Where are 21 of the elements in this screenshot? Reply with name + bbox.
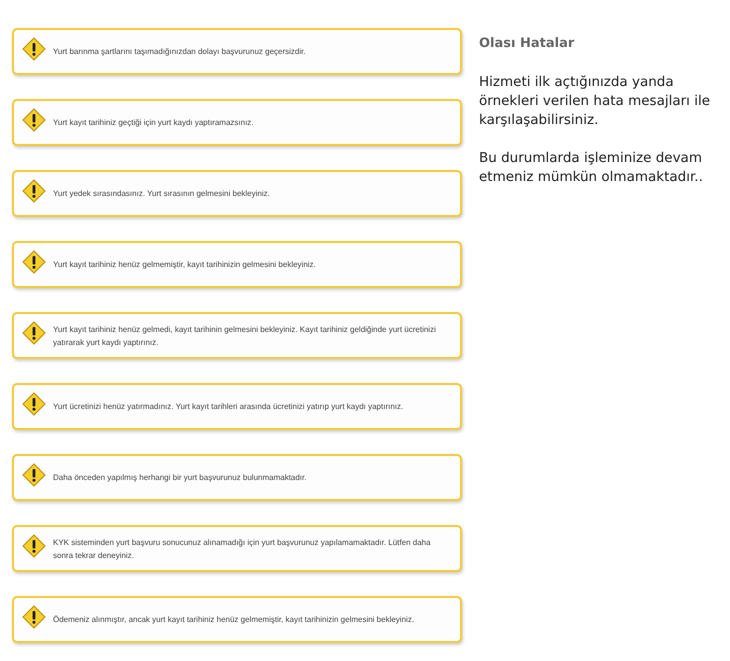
warning-icon <box>22 321 46 345</box>
alert-message: Ödemeniz alınmıştır, ancak yurt kayıt tarihiniz henüz gelmemiştir, kayıt tarihinizin gelmesini bekleyiniz. <box>53 614 414 626</box>
warning-icon <box>22 179 46 203</box>
alert-message: Yurt barınma şartlarını taşımadığınızdan dolayı başvurunuz geçersizdir. <box>53 46 306 58</box>
description-text: Bu durumlarda işleminize devam etmeniz mümkün olmamaktadır.. <box>479 149 704 187</box>
warning-icon <box>22 392 46 416</box>
alert-message: Yurt kayıt tarihiniz henüz gelmedi, kayıt tarihinin gelmesini bekleyiniz. Kayıt tarihiniz geldiğinde yurt ücretinizi yatırarak yurt kaydı yaptırınız. <box>53 324 437 348</box>
alert-message: Yurt yedek sırasındasınız. Yurt sırasının gelmesini bekleyiniz. <box>53 188 270 200</box>
alert-message: Daha önceden yapılmış herhangi bir yurt başvurunuz bulunmamaktadır. <box>53 472 306 484</box>
warning-icon <box>22 605 46 629</box>
warning-icon <box>22 250 46 274</box>
alert-message: Yurt kayıt tarihiniz henüz gelmemiştir, kayıt tarihinizin gelmesini bekleyiniz. <box>53 259 316 271</box>
alert-message: Yurt kayıt tarihiniz geçtiği için yurt kaydı yaptıramazsınız. <box>53 117 254 129</box>
alert-message: KYK sisteminden yurt başvuru sonucunuz alınamadığı için yurt başvurunuz yapılamamaktadır. Lütfen daha sonra tekrar deneyiniz. <box>53 536 432 562</box>
warning-icon <box>22 463 46 487</box>
warning-icon <box>22 37 46 61</box>
section-title: Olası Hatalar <box>479 36 576 51</box>
description-text: Hizmeti ilk açtığınızda yanda örnekleri verilen hata mesajları ile karşılaşabilirsiniz. <box>479 73 712 130</box>
alert-message: Yurt ücretinizi henüz yatırmadınız. Yurt kayıt tarihleri arasında ücretinizi yatırıp yurt kaydı yaptırınız. <box>53 401 404 413</box>
warning-icon <box>22 108 46 132</box>
warning-icon <box>22 534 46 558</box>
